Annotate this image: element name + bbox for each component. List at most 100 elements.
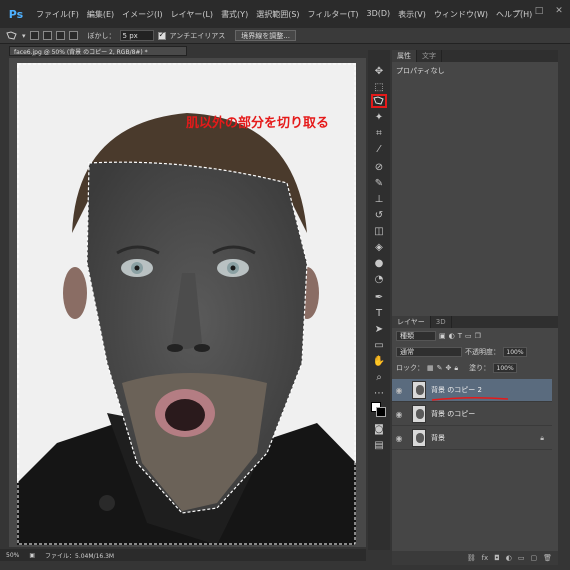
filter-shape-icon[interactable]: ▭ <box>465 332 472 340</box>
mask-icon[interactable]: ◘ <box>494 554 500 562</box>
layer-row[interactable]: ◉ 背景 のコピー <box>392 403 552 426</box>
layer-filter-row: 種類 ▣ ◐ T ▭ ❐ <box>396 331 481 341</box>
properties-tabs: 属性 文字 <box>392 50 558 62</box>
fill-field[interactable]: 100% <box>493 363 518 373</box>
filter-adjust-icon[interactable]: ◐ <box>449 332 455 340</box>
red-underline-annotation <box>431 396 509 401</box>
tab-properties[interactable]: 属性 <box>392 50 417 62</box>
pen-tool-icon[interactable]: ✒ <box>371 290 387 304</box>
filter-smart-icon[interactable]: ❐ <box>475 332 481 340</box>
crop-tool-icon[interactable]: ⌗ <box>371 126 387 140</box>
visibility-eye-icon[interactable]: ◉ <box>392 386 406 395</box>
fill-label: 塗り： <box>469 364 491 372</box>
blend-mode-dropdown[interactable]: 通常 <box>396 347 462 357</box>
menu-file[interactable]: ファイル(F) <box>36 9 79 20</box>
layer-name[interactable]: 背景 のコピー 2 <box>431 385 482 395</box>
close-button[interactable]: ✕ <box>552 5 566 17</box>
type-tool-icon[interactable]: T <box>371 306 387 320</box>
options-bar: ▾ ぼかし： アンチエイリアス 境界線を調整... <box>0 28 570 44</box>
subtract-selection-icon[interactable] <box>55 31 65 40</box>
filter-pixel-icon[interactable]: ▣ <box>439 332 446 340</box>
tool-preset-chevron-icon[interactable]: ▾ <box>22 32 26 40</box>
layer-lock-icon: 🔒︎ <box>540 433 544 442</box>
link-icon[interactable]: ⛓ <box>467 554 476 562</box>
color-swatches[interactable] <box>371 402 387 418</box>
face-photo <box>17 63 356 545</box>
menu-window[interactable]: ウィンドウ(W) <box>434 9 488 20</box>
new-selection-icon[interactable] <box>29 31 39 40</box>
opacity-field[interactable]: 100% <box>503 347 527 357</box>
dodge-tool-icon[interactable]: ◔ <box>371 272 387 286</box>
quick-selection-tool-icon[interactable]: ✦ <box>371 110 387 124</box>
feather-input[interactable] <box>119 30 154 41</box>
zoom-tool-icon[interactable]: ⌕ <box>371 370 387 384</box>
status-bar: 50% ▣ ファイル：5.04M/16.3M <box>0 549 366 561</box>
menu-layer[interactable]: レイヤー(L) <box>171 9 213 20</box>
layer-name[interactable]: 背景 のコピー <box>431 409 475 419</box>
properties-text: プロパティなし <box>396 67 445 75</box>
refine-edge-button[interactable]: 境界線を調整... <box>235 30 296 41</box>
trash-icon[interactable]: 🗑︎ <box>543 554 552 562</box>
status-info-icon[interactable]: ▣ <box>29 552 35 559</box>
minimize-button[interactable]: — <box>512 5 526 17</box>
antialias-checkbox[interactable] <box>157 30 166 40</box>
layer-row[interactable]: ◉ 背景 🔒︎ <box>392 427 552 450</box>
hand-tool-icon[interactable]: ✋ <box>371 354 387 368</box>
eraser-tool-icon[interactable]: ◫ <box>371 224 387 238</box>
intersect-selection-icon[interactable] <box>68 31 78 40</box>
polygonal-lasso-tool-icon[interactable] <box>371 94 387 108</box>
paint-bucket-tool-icon[interactable]: ◈ <box>371 240 387 254</box>
history-brush-tool-icon[interactable]: ↺ <box>371 208 387 222</box>
antialias-label: アンチエイリアス <box>169 31 226 40</box>
visibility-eye-icon[interactable]: ◉ <box>392 410 406 419</box>
menu-3d[interactable]: 3D(D) <box>367 9 391 20</box>
healing-brush-tool-icon[interactable]: ⊘ <box>371 160 387 174</box>
lock-image-icon[interactable]: ✎ <box>437 364 443 372</box>
lock-position-icon[interactable]: ✥ <box>446 364 452 372</box>
path-selection-tool-icon[interactable]: ➤ <box>371 322 387 336</box>
tab-3d[interactable]: 3D <box>430 316 452 328</box>
polygonal-lasso-icon[interactable] <box>6 30 18 41</box>
tab-character[interactable]: 文字 <box>417 50 442 62</box>
fx-icon[interactable]: fx <box>482 554 489 562</box>
layers-bottom-bar: ⛓ fx ◘ ◐ ▭ ▢ 🗑︎ <box>392 551 558 565</box>
tab-layers[interactable]: レイヤー <box>392 316 431 328</box>
screen-mode-icon[interactable]: ▤ <box>371 438 387 452</box>
clone-stamp-tool-icon[interactable]: ⊥ <box>371 192 387 206</box>
layer-filter-dropdown[interactable]: 種類 <box>396 331 436 341</box>
group-icon[interactable]: ▭ <box>518 554 525 562</box>
maximize-button[interactable]: □ <box>532 5 546 17</box>
properties-panel: プロパティなし <box>392 62 558 297</box>
filter-type-icon[interactable]: T <box>458 332 462 340</box>
menu-view[interactable]: 表示(V) <box>398 9 426 20</box>
adjustment-icon[interactable]: ◐ <box>506 554 512 562</box>
opacity-label: 不透明度： <box>465 348 500 356</box>
menu-image[interactable]: イメージ(I) <box>122 9 162 20</box>
move-tool-icon[interactable]: ✥ <box>371 64 387 78</box>
new-layer-icon[interactable]: ▢ <box>530 554 537 562</box>
menu-select[interactable]: 選択範囲(S) <box>256 9 299 20</box>
marquee-tool-icon[interactable]: ⬚ <box>371 80 387 94</box>
right-panel: 属性 文字 プロパティなし レイヤー 3D 種類 ▣ ◐ T ▭ ❐ 通常 不透… <box>392 50 558 565</box>
photo-canvas[interactable] <box>17 63 356 545</box>
menu-edit[interactable]: 編集(E) <box>87 9 114 20</box>
blur-tool-icon[interactable]: ● <box>371 256 387 270</box>
layers-panel: レイヤー 3D 種類 ▣ ◐ T ▭ ❐ 通常 不透明度： 100% ロック： … <box>392 316 558 565</box>
document-tab[interactable]: face6.jpg @ 50% (背景 のコピー 2, RGB/8#) * <box>9 46 187 56</box>
layer-thumbnail <box>412 429 426 447</box>
lock-all-icon[interactable]: 🔒︎ <box>454 364 458 373</box>
zoom-level[interactable]: 50% <box>6 552 19 559</box>
menu-type[interactable]: 書式(Y) <box>221 9 248 20</box>
brush-tool-icon[interactable]: ✎ <box>371 176 387 190</box>
toolbox: ✥ ⬚ ✦ ⌗ ⁄ ⊘ ✎ ⊥ ↺ ◫ ◈ ● ◔ ✒ T ➤ ▭ ✋ ⌕ ⋯ … <box>368 50 390 550</box>
eyedropper-tool-icon[interactable]: ⁄ <box>371 142 387 156</box>
more-tools-icon[interactable]: ⋯ <box>371 386 387 400</box>
shape-tool-icon[interactable]: ▭ <box>371 338 387 352</box>
menu-filter[interactable]: フィルター(T) <box>308 9 359 20</box>
quick-mask-icon[interactable]: ◙ <box>371 422 387 436</box>
lock-transparent-icon[interactable]: ▦ <box>427 364 434 372</box>
layer-name[interactable]: 背景 <box>431 433 445 443</box>
add-selection-icon[interactable] <box>42 31 52 40</box>
visibility-eye-icon[interactable]: ◉ <box>392 434 406 443</box>
canvas-area[interactable] <box>9 58 366 547</box>
